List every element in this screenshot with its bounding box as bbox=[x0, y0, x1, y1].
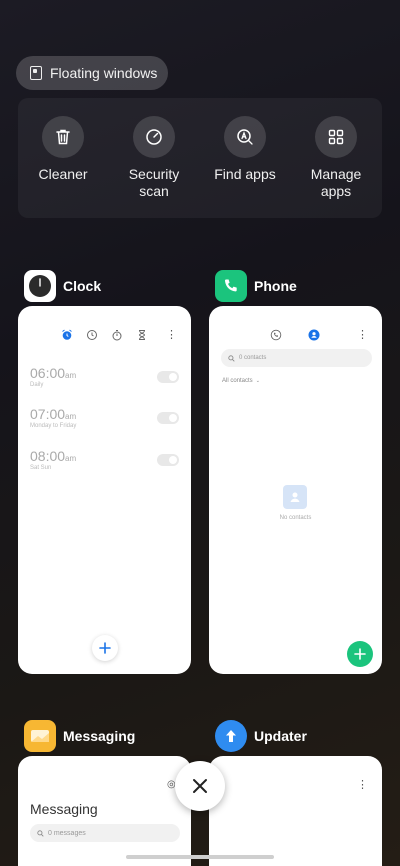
alarm-time: 08:00 bbox=[30, 448, 66, 464]
messaging-app-header[interactable]: Messaging bbox=[24, 720, 135, 752]
alarm-row[interactable]: 08:00am Sat Sun bbox=[30, 448, 179, 488]
contacts-filter-dropdown[interactable]: All contacts ⌄ bbox=[222, 378, 260, 384]
alarm-toggle[interactable] bbox=[157, 371, 179, 383]
messaging-app-card[interactable]: ◎ Messaging 0 messages bbox=[18, 756, 191, 866]
alarm-toggle[interactable] bbox=[157, 412, 179, 424]
alarm-repeat: Daily bbox=[30, 382, 44, 388]
floating-windows-label: Floating windows bbox=[50, 65, 158, 81]
phone-app-icon bbox=[215, 270, 247, 302]
add-alarm-button[interactable] bbox=[92, 635, 118, 661]
clock-app-card[interactable]: ⋮ 06:00am Daily 07:00am Monday to Friday… bbox=[18, 306, 191, 674]
stopwatch-tab-icon[interactable] bbox=[111, 329, 123, 341]
find-apps-button[interactable]: Find apps bbox=[200, 116, 290, 183]
chevron-down-icon: ⌄ bbox=[255, 378, 260, 384]
alarm-toggle[interactable] bbox=[157, 454, 179, 466]
close-icon bbox=[193, 779, 207, 793]
timer-tab-icon[interactable] bbox=[136, 329, 148, 341]
floating-window-icon bbox=[30, 66, 42, 80]
alarm-ampm: am bbox=[65, 412, 77, 421]
clock-more-icon[interactable]: ⋮ bbox=[166, 328, 177, 341]
empty-contacts-icon bbox=[283, 485, 307, 509]
world-clock-tab-icon[interactable] bbox=[86, 329, 98, 341]
cleaner-button[interactable]: Cleaner bbox=[18, 116, 108, 183]
messaging-title: Messaging bbox=[30, 801, 98, 817]
updater-app-card[interactable]: ⋮ bbox=[209, 756, 382, 866]
find-apps-label: Find apps bbox=[214, 166, 276, 182]
plus-icon bbox=[99, 642, 111, 654]
alarm-repeat: Monday to Friday bbox=[30, 423, 77, 429]
gauge-icon bbox=[133, 116, 175, 158]
quick-actions-panel: Cleaner Security scan Find apps Manage a… bbox=[18, 98, 382, 218]
alarm-repeat: Sat Sun bbox=[30, 465, 52, 471]
updater-more-icon[interactable]: ⋮ bbox=[357, 778, 368, 791]
plus-icon bbox=[354, 648, 366, 660]
clock-app-icon bbox=[24, 270, 56, 302]
messaging-app-name: Messaging bbox=[63, 728, 136, 744]
manage-apps-button[interactable]: Manage apps bbox=[291, 116, 381, 200]
phone-app-name: Phone bbox=[254, 278, 297, 294]
manage-apps-label: Manage apps bbox=[310, 166, 362, 199]
alarm-ampm: am bbox=[65, 371, 77, 380]
contacts-tab-icon[interactable] bbox=[308, 329, 320, 341]
alarm-time: 06:00 bbox=[30, 365, 66, 381]
alarm-time: 07:00 bbox=[30, 406, 66, 422]
contacts-search-placeholder: 0 contacts bbox=[239, 355, 267, 361]
phone-app-header[interactable]: Phone bbox=[215, 270, 297, 302]
contacts-filter-label: All contacts bbox=[222, 378, 253, 384]
alarm-tab-icon[interactable] bbox=[61, 329, 73, 341]
search-icon bbox=[37, 829, 44, 837]
alarm-ampm: am bbox=[65, 454, 77, 463]
grid-icon bbox=[315, 116, 357, 158]
alarm-row[interactable]: 06:00am Daily bbox=[30, 365, 179, 405]
alarm-row[interactable]: 07:00am Monday to Friday bbox=[30, 406, 179, 446]
cleaner-label: Cleaner bbox=[38, 166, 88, 182]
updater-app-header[interactable]: Updater bbox=[215, 720, 307, 752]
phone-app-card[interactable]: ⋮ 0 contacts All contacts ⌄ No contacts bbox=[209, 306, 382, 674]
clock-app-header[interactable]: Clock bbox=[24, 270, 101, 302]
home-indicator[interactable] bbox=[126, 855, 274, 859]
recents-tab-icon[interactable] bbox=[270, 329, 282, 341]
phone-more-icon[interactable]: ⋮ bbox=[357, 328, 368, 341]
messaging-app-icon bbox=[24, 720, 56, 752]
clock-app-name: Clock bbox=[63, 278, 102, 294]
security-scan-button[interactable]: Security scan bbox=[109, 116, 199, 200]
find-apps-icon bbox=[224, 116, 266, 158]
messages-search-placeholder: 0 messages bbox=[48, 829, 86, 837]
security-scan-label: Security scan bbox=[128, 166, 180, 199]
add-contact-button[interactable] bbox=[347, 641, 373, 667]
messages-search-input[interactable]: 0 messages bbox=[30, 824, 180, 842]
floating-windows-button[interactable]: Floating windows bbox=[16, 56, 168, 90]
search-icon bbox=[228, 354, 235, 362]
empty-contacts-text: No contacts bbox=[279, 515, 312, 521]
updater-app-name: Updater bbox=[254, 728, 307, 744]
updater-app-icon bbox=[215, 720, 247, 752]
contacts-search-input[interactable]: 0 contacts bbox=[221, 349, 372, 367]
clear-all-button[interactable] bbox=[175, 761, 225, 811]
trash-icon bbox=[42, 116, 84, 158]
